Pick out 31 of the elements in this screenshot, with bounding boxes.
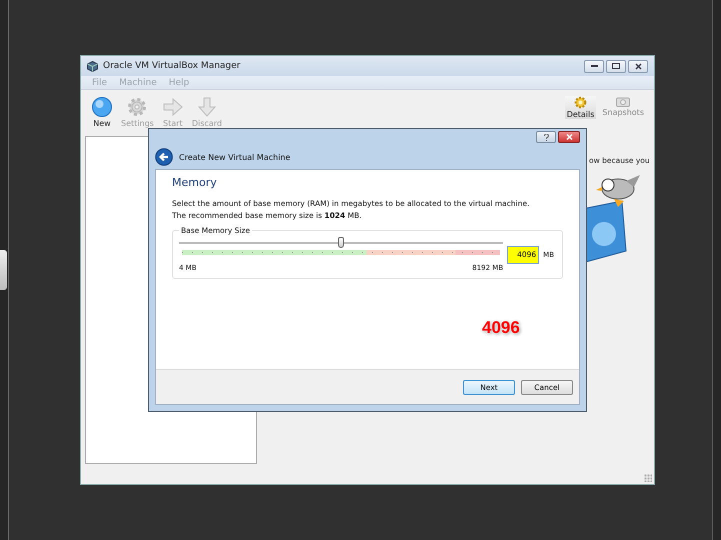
minimize-icon [590, 64, 598, 68]
menu-item[interactable]: File [92, 78, 108, 88]
annotation-text: 4096 [482, 318, 520, 337]
memory-slider[interactable] [179, 237, 504, 249]
view-tab[interactable]: Details [564, 96, 596, 119]
close-icon [566, 134, 572, 140]
maximize-icon [612, 63, 620, 69]
window-title: Oracle VM VirtualBox Manager [103, 61, 242, 71]
dialog-title: Create New Virtual Machine [179, 152, 290, 162]
close-button[interactable] [628, 60, 648, 72]
question-icon [544, 134, 548, 140]
menu-item[interactable]: Help [168, 78, 190, 88]
arrow-right-icon [162, 96, 184, 118]
gear-icon [126, 96, 148, 118]
side-handle[interactable] [0, 250, 7, 290]
maximize-button[interactable] [606, 60, 626, 72]
minimize-button[interactable] [584, 60, 604, 72]
close-button[interactable] [558, 131, 580, 143]
page-heading: Memory [172, 176, 218, 189]
close-icon [634, 62, 642, 70]
help-button[interactable] [536, 131, 556, 143]
resize-grip[interactable] [644, 474, 652, 482]
view-tab[interactable]: Snapshots [600, 96, 646, 117]
slider-thumb[interactable] [338, 237, 344, 248]
arrow-down-icon [196, 96, 218, 118]
menu-item[interactable]: Machine [119, 78, 157, 88]
cube-icon [87, 60, 98, 72]
camera-icon [616, 96, 630, 107]
sphere-icon [91, 96, 113, 118]
toolbar-button[interactable]: New [89, 96, 115, 128]
gear-icon [574, 96, 588, 109]
